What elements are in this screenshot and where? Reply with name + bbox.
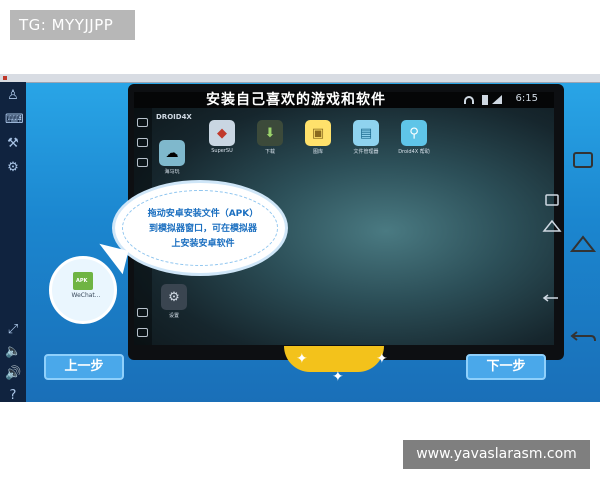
app-haimawan[interactable]: ☁ 海马玩 [154, 140, 190, 175]
app-file-manager[interactable]: ▤ 文件管理器 [348, 120, 384, 155]
app-icon [3, 76, 7, 80]
supersu-icon: ◆ [209, 120, 235, 146]
prev-step-button[interactable]: 上一步 [44, 354, 124, 380]
next-step-button[interactable]: 下一步 [466, 354, 546, 380]
side-icon[interactable] [137, 138, 148, 147]
tip-line-1: 拖动安卓安装文件（APK） [147, 209, 259, 219]
apk-filename: WeChat... [71, 292, 101, 299]
folder-icon: ▤ [353, 120, 379, 146]
recents-icon[interactable] [569, 150, 597, 170]
status-clock: 6:15 [515, 93, 538, 104]
screen-headline: 安装自己喜欢的游戏和软件 [206, 92, 386, 108]
side-icon[interactable] [137, 158, 148, 167]
volume-down-icon[interactable]: 🔈 [5, 344, 21, 360]
side-icon[interactable] [137, 328, 148, 337]
side-icon[interactable] [137, 308, 148, 317]
haimawan-icon: ☁ [159, 140, 185, 166]
apk-file-badge[interactable] [49, 256, 117, 324]
gallery-icon: ▣ [305, 120, 331, 146]
user-icon[interactable]: ♙ [5, 88, 21, 104]
signal-icon [492, 95, 502, 104]
left-toolbar: ♙ ⌨ ⚒ ⚙ ⤢ 🔈 🔊 ? [0, 82, 26, 402]
settings-icon[interactable]: ⚙ [5, 160, 21, 176]
wrench-icon[interactable]: ⚒ [5, 136, 21, 152]
phone-back-icon[interactable] [538, 288, 566, 308]
settings-app-icon: ⚙ [161, 284, 187, 310]
download-icon: ⬇ [257, 120, 283, 146]
watermark: www.yavaslarasm.com [403, 440, 590, 469]
tip-line-2: 到模拟器窗口，可在模拟器 [148, 224, 257, 234]
droid4x-logo: DROID4X [156, 113, 192, 121]
phone-recents-icon[interactable] [538, 190, 566, 210]
sparkle-icon: ✦ [296, 351, 308, 367]
apk-icon: APK [73, 272, 93, 290]
tip-text: 拖动安卓安装文件（APK） 到模拟器窗口，可在模拟器 上安装安卓软件 [128, 207, 278, 252]
android-nav-bar [567, 150, 599, 360]
app-gallery[interactable]: ▣ 图库 [300, 120, 336, 155]
back-icon[interactable] [569, 326, 597, 346]
help-bulb-icon: ⚲ [401, 120, 427, 146]
app-supersu[interactable]: ◆ SuperSU [204, 120, 240, 154]
app-download[interactable]: ⬇ 下载 [252, 120, 288, 155]
tg-badge: TG: MYYJJPP [10, 10, 135, 40]
phone-home-icon[interactable] [538, 216, 566, 236]
volume-up-icon[interactable]: 🔊 [5, 366, 21, 382]
home-icon[interactable] [569, 234, 597, 254]
app-droid4x-help[interactable]: ⚲ Droid4X 帮助 [396, 120, 432, 155]
tip-line-3: 上安装安卓软件 [171, 239, 235, 249]
apk-tag: APK [76, 278, 88, 284]
side-icon[interactable] [137, 118, 148, 127]
battery-icon [482, 95, 488, 105]
wifi-icon [464, 96, 474, 104]
window-titlebar [0, 74, 600, 83]
help-icon[interactable]: ? [5, 388, 21, 402]
sparkle-icon: ✦ [332, 369, 344, 385]
sparkle-icon: ✦ [376, 351, 388, 367]
fullscreen-icon[interactable]: ⤢ [5, 322, 21, 338]
keyboard-icon[interactable]: ⌨ [5, 112, 24, 128]
app-settings[interactable]: ⚙ 设置 [156, 284, 192, 319]
